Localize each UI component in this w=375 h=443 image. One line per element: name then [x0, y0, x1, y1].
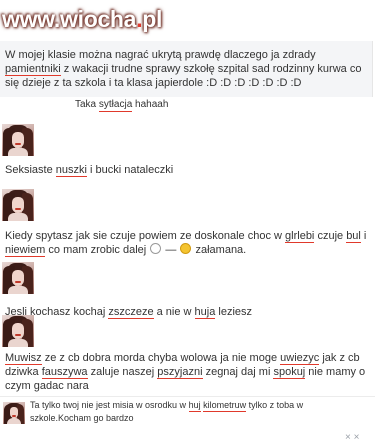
misspelled-word: niewiem [5, 244, 46, 257]
message-3: Seksiaste nuszki i bucki nataleczki [5, 163, 365, 177]
misspelled-word: nuszki [55, 164, 87, 177]
message-text: W mojej klasie można nagrać ukrytą prawd… [5, 49, 362, 89]
misspelled-word: huja [194, 306, 216, 319]
message-1: W mojej klasie można nagrać ukrytą prawd… [5, 48, 370, 90]
user-avatar[interactable] [2, 189, 34, 221]
message-7: Ta tylko twoj nie jest misia w osrodku w… [30, 399, 348, 425]
confused-emoji-icon [180, 243, 192, 254]
misspelled-word: spokuj [273, 366, 306, 379]
divider [0, 396, 375, 397]
user-avatar[interactable] [3, 402, 25, 424]
misspelled-word: uwiezyc [280, 352, 320, 365]
misspelled-word: bul [346, 230, 361, 243]
misspelled-word: pszyjazni [157, 366, 203, 379]
message-text: Muwisz ze z cb dobra morda chyba wolowa … [5, 352, 366, 392]
message-2: Taka sytłacja hahaah [75, 98, 365, 112]
message-text: Ta tylko twoj nie jest misia w osrodku w… [30, 400, 304, 423]
watermark-logo: www.wiocha.pl [2, 6, 163, 32]
misspelled-word: fauszywa [41, 366, 88, 379]
message-text: Seksiaste nuszki i bucki nataleczki [5, 164, 174, 177]
close-icon[interactable]: × × [345, 433, 359, 443]
misspelled-word: Muwisz [5, 352, 42, 365]
chat-log: www.wiocha.pl W mojej klasie można nagra… [0, 0, 375, 443]
user-avatar[interactable] [2, 315, 34, 347]
misspelled-word: glrlebi [285, 230, 315, 243]
misspelled-word: sytłacja [98, 99, 133, 112]
misspelled-word: pamientniki [5, 63, 61, 76]
user-avatar[interactable] [2, 124, 34, 156]
message-6: Muwisz ze z cb dobra morda chyba wolowa … [5, 351, 370, 393]
message-text: Kiedy spytasz jak sie czuje powiem ze do… [5, 230, 367, 257]
misspelled-word: huj [188, 400, 201, 412]
message-text: Jesli kochasz kochaj zszczeze a nie w hu… [5, 306, 253, 319]
smile-emoji-icon [150, 243, 162, 254]
message-text: Taka sytłacja hahaah [75, 99, 169, 112]
misspelled-word: kilometruw [203, 400, 247, 412]
message-4: Kiedy spytasz jak sie czuje powiem ze do… [5, 229, 370, 257]
message-5: Jesli kochasz kochaj zszczeze a nie w hu… [5, 305, 365, 319]
user-avatar[interactable] [2, 262, 34, 294]
misspelled-word: zszczeze [108, 306, 154, 319]
